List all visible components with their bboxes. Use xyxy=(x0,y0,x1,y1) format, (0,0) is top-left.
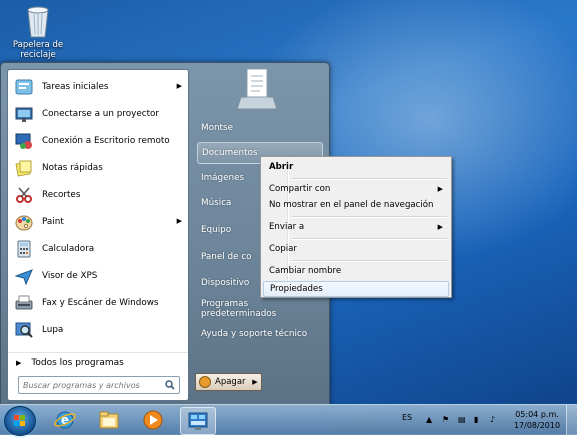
search-box[interactable] xyxy=(18,376,180,394)
context-item-share-with[interactable]: Compartir con ▶ xyxy=(263,181,449,197)
program-item-label: Conexión a Escritorio remoto xyxy=(42,136,170,146)
fax-scanner-icon xyxy=(14,293,34,313)
all-programs-label: Todos los programas xyxy=(31,358,124,368)
menu-separator xyxy=(291,260,447,262)
projector-icon xyxy=(14,104,34,124)
media-player-icon xyxy=(143,410,163,430)
program-item-label: Fax y Escáner de Windows xyxy=(42,298,159,308)
volume-icon[interactable]: ♪ xyxy=(490,415,495,424)
paint-icon xyxy=(14,212,34,232)
menu-separator xyxy=(291,216,447,218)
context-item-label: No mostrar en el panel de navegación xyxy=(269,200,434,210)
calculator-icon xyxy=(14,239,34,259)
clock-time: 05:04 p.m. xyxy=(515,410,559,419)
start-menu-programs-pane: Tareas iniciales ▶ Conectarse a un proye… xyxy=(7,69,189,401)
program-item-label: Paint xyxy=(42,217,64,227)
context-item-label: Abrir xyxy=(269,162,294,172)
clock-date: 17/08/2010 xyxy=(513,421,561,430)
submenu-arrow-icon: ▶ xyxy=(176,217,182,225)
taskbar-internet-explorer[interactable]: e xyxy=(48,407,82,433)
desktop: Papelera de reciclaje Tareas iniciales ▶… xyxy=(0,0,577,436)
menu-separator xyxy=(291,178,447,180)
program-item-calculator[interactable]: Calculadora xyxy=(8,236,188,262)
shutdown-button[interactable]: Apagar xyxy=(195,373,251,391)
program-item-label: Recortes xyxy=(42,190,81,200)
snipping-tool-icon xyxy=(14,185,34,205)
program-item-xps-viewer[interactable]: Visor de XPS xyxy=(8,263,188,289)
taskbar-control-panel[interactable] xyxy=(180,407,216,435)
context-item-label: Enviar a xyxy=(269,222,305,232)
context-item-copy[interactable]: Copiar xyxy=(263,241,449,257)
windows-logo-icon xyxy=(14,415,25,426)
context-item-rename[interactable]: Cambiar nombre xyxy=(263,263,449,279)
places-item-default-programs[interactable]: Programas predeterminados xyxy=(197,298,323,320)
program-item-getting-started[interactable]: Tareas iniciales ▶ xyxy=(8,74,188,100)
program-item-paint[interactable]: Paint ▶ xyxy=(8,209,188,235)
places-item-user[interactable]: Montse xyxy=(197,117,323,139)
action-center-flag-icon[interactable]: ⚑ xyxy=(442,415,449,424)
user-picture-icon[interactable] xyxy=(233,67,281,111)
program-item-magnifier[interactable]: Lupa xyxy=(8,317,188,343)
show-desktop-button[interactable] xyxy=(566,405,577,435)
program-item-label: Notas rápidas xyxy=(42,163,103,173)
context-item-label: Copiar xyxy=(269,244,297,254)
context-item-hide-navigation[interactable]: No mostrar en el panel de navegación xyxy=(263,197,449,213)
all-programs-button[interactable]: ▶ Todos los programas xyxy=(8,352,188,373)
expand-arrow-icon: ▶ xyxy=(16,359,22,367)
program-item-remote-desktop[interactable]: Conexión a Escritorio remoto xyxy=(8,128,188,154)
xps-viewer-icon xyxy=(14,266,34,286)
taskbar-media-player[interactable] xyxy=(136,407,170,433)
program-item-label: Conectarse a un proyector xyxy=(42,109,160,119)
recycle-bin-label: Papelera de reciclaje xyxy=(12,40,64,60)
shutdown-label: Apagar xyxy=(215,377,246,387)
program-item-label: Visor de XPS xyxy=(42,271,98,281)
places-item-help[interactable]: Ayuda y soporte técnico xyxy=(197,323,323,345)
submenu-arrow-icon: ▶ xyxy=(176,82,182,90)
context-menu: Abrir Compartir con ▶ No mostrar en el p… xyxy=(260,156,452,298)
shutdown-options-arrow-icon[interactable]: ▶ xyxy=(249,373,262,391)
windows-explorer-icon xyxy=(99,411,119,429)
program-item-projector[interactable]: Conectarse a un proyector xyxy=(8,101,188,127)
context-item-properties[interactable]: Propiedades xyxy=(263,281,449,297)
context-item-open[interactable]: Abrir xyxy=(263,159,449,175)
program-item-label: Tareas iniciales xyxy=(42,82,109,92)
taskbar-windows-explorer[interactable] xyxy=(92,407,126,433)
context-item-label: Compartir con xyxy=(269,184,331,194)
getting-started-icon xyxy=(14,77,34,97)
submenu-arrow-icon: ▶ xyxy=(437,223,443,231)
power-icon xyxy=(199,376,211,388)
internet-explorer-icon: e xyxy=(54,411,76,429)
signal-strength-icon[interactable]: ▮ xyxy=(474,415,478,424)
submenu-arrow-icon: ▶ xyxy=(437,185,443,193)
sticky-notes-icon xyxy=(14,158,34,178)
program-item-snipping-tool[interactable]: Recortes xyxy=(8,182,188,208)
control-panel-icon xyxy=(188,412,208,430)
show-hidden-icons-icon[interactable]: ▲ xyxy=(426,415,432,424)
menu-separator xyxy=(291,238,447,240)
remote-desktop-icon xyxy=(14,131,34,151)
context-item-label: Cambiar nombre xyxy=(269,266,342,276)
recycle-bin-icon xyxy=(27,6,49,38)
program-item-sticky-notes[interactable]: Notas rápidas xyxy=(8,155,188,181)
context-item-send-to[interactable]: Enviar a ▶ xyxy=(263,219,449,235)
search-input[interactable] xyxy=(19,380,163,390)
context-item-label: Propiedades xyxy=(270,284,323,294)
program-item-label: Lupa xyxy=(42,325,64,335)
recycle-bin-shortcut[interactable]: Papelera de reciclaje xyxy=(8,4,68,60)
system-clock[interactable]: 05:04 p.m. 17/08/2010 xyxy=(512,409,562,431)
network-icon[interactable]: ▤ xyxy=(458,415,466,424)
program-item-label: Calculadora xyxy=(42,244,95,254)
program-item-fax-scanner[interactable]: Fax y Escáner de Windows xyxy=(8,290,188,316)
taskbar: e ES ▲ ⚑ ▤ ▮ ♪ 05:04 p.m. 17/08/2010 xyxy=(0,404,577,436)
language-indicator[interactable]: ES xyxy=(402,413,412,422)
magnifier-icon xyxy=(14,320,34,340)
start-button[interactable] xyxy=(4,406,36,436)
search-icon[interactable] xyxy=(163,378,177,392)
